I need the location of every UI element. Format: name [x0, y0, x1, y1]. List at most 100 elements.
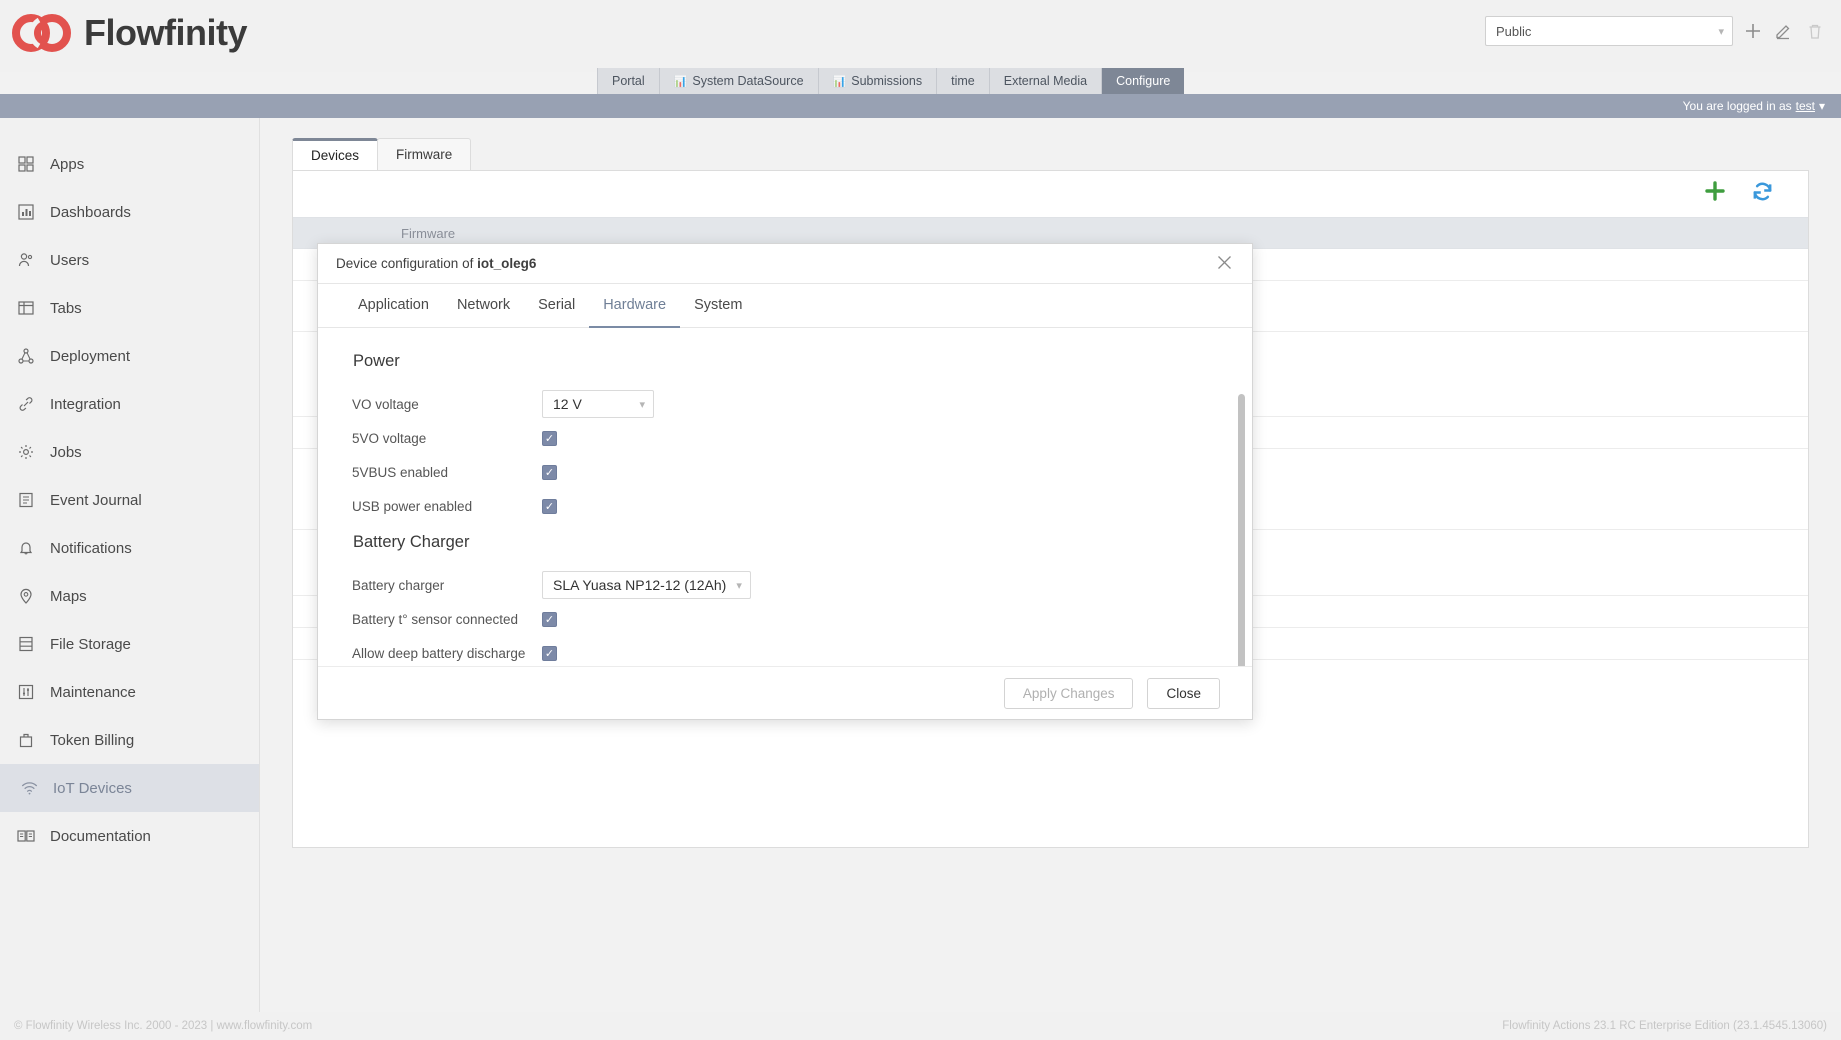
field-5vbus-enabled: 5VBUS enabled ✓ — [352, 455, 1218, 489]
sidebar-item-tabs[interactable]: Tabs — [0, 284, 259, 332]
sidebar-item-label: Tabs — [50, 300, 82, 317]
sidebar-item-label: Token Billing — [50, 732, 134, 749]
sidebar-item-label: Users — [50, 252, 89, 269]
field-usb-power-enabled: USB power enabled ✓ — [352, 489, 1218, 523]
close-button[interactable]: Close — [1147, 678, 1220, 709]
battery-temp-sensor-checkbox[interactable]: ✓ — [542, 612, 557, 627]
environment-select-value: Public — [1496, 24, 1718, 39]
field-label: Allow deep battery discharge — [352, 646, 542, 661]
content-tabs: Devices Firmware — [292, 138, 1809, 170]
top-tab-label: Configure — [1116, 74, 1170, 88]
sidebar-item-token-billing[interactable]: Token Billing — [0, 716, 259, 764]
field-battery-temp-sensor: Battery t° sensor connected ✓ — [352, 602, 1218, 636]
tab-label: Devices — [311, 148, 359, 163]
sidebar-item-integration[interactable]: Integration — [0, 380, 259, 428]
caret-down-icon[interactable]: ▾ — [1819, 99, 1825, 113]
edit-environment-button[interactable] — [1769, 16, 1797, 46]
dialog-header: Device configuration of iot_oleg6 — [318, 244, 1252, 284]
top-tab-submissions[interactable]: 📊 Submissions — [819, 68, 938, 94]
sidebar-item-documentation[interactable]: Documentation — [0, 812, 259, 860]
flowfinity-logo-icon — [12, 10, 72, 56]
layout-icon — [16, 298, 36, 318]
delete-environment-button[interactable] — [1801, 16, 1829, 46]
field-battery-charger: Battery charger SLA Yuasa NP12-12 (12Ah)… — [352, 568, 1218, 602]
dialog-tab-serial[interactable]: Serial — [524, 284, 589, 328]
dialog-device-name: iot_oleg6 — [477, 256, 536, 271]
top-tab-label: Portal — [612, 74, 645, 88]
sidebar-item-event-journal[interactable]: Event Journal — [0, 476, 259, 524]
brand-logo[interactable]: Flowfinity — [12, 10, 247, 56]
add-environment-button[interactable] — [1739, 16, 1767, 46]
top-tab-time[interactable]: time — [937, 68, 990, 94]
plus-icon — [1744, 22, 1762, 40]
sidebar-item-label: Deployment — [50, 348, 130, 365]
field-label: USB power enabled — [352, 499, 542, 514]
sidebar-item-apps[interactable]: Apps — [0, 140, 259, 188]
sliders-icon — [16, 682, 36, 702]
top-tab-external-media[interactable]: External Media — [990, 68, 1102, 94]
dialog-tab-label: System — [694, 297, 742, 313]
map-pin-icon — [16, 586, 36, 606]
vo-voltage-value: 12 V — [553, 396, 629, 412]
sidebar-item-label: Dashboards — [50, 204, 131, 221]
trash-icon — [1807, 23, 1823, 40]
sidebar-item-iot-devices[interactable]: IoT Devices — [0, 764, 259, 812]
dialog-scrollbar[interactable] — [1238, 394, 1245, 666]
sidebar-item-notifications[interactable]: Notifications — [0, 524, 259, 572]
allow-deep-discharge-checkbox[interactable]: ✓ — [542, 646, 557, 661]
field-label: 5VBUS enabled — [352, 465, 542, 480]
dialog-body: Power VO voltage 12 V ▾ 5VO voltage ✓ 5V… — [318, 328, 1252, 666]
dialog-tab-application[interactable]: Application — [352, 284, 443, 328]
top-tab-configure[interactable]: Configure — [1102, 68, 1184, 94]
top-tab-portal[interactable]: Portal — [597, 68, 660, 94]
sidebar-item-file-storage[interactable]: File Storage — [0, 620, 259, 668]
dialog-tab-hardware[interactable]: Hardware — [589, 284, 680, 328]
sidebar-item-label: Event Journal — [50, 492, 142, 509]
wifi-icon — [19, 778, 39, 798]
dialog-tab-network[interactable]: Network — [443, 284, 524, 328]
dialog-tab-label: Serial — [538, 297, 575, 313]
top-tab-system-datasource[interactable]: 📊 System DataSource — [660, 68, 819, 94]
sidebar: Apps Dashboards Users Tabs Deployment In… — [0, 118, 260, 1012]
tab-devices[interactable]: Devices — [292, 138, 378, 170]
vo-voltage-select[interactable]: 12 V ▾ — [542, 390, 654, 418]
logged-in-username[interactable]: test — [1796, 99, 1815, 113]
battery-charger-value: SLA Yuasa NP12-12 (12Ah) — [553, 577, 726, 593]
sidebar-item-users[interactable]: Users — [0, 236, 259, 284]
link-icon — [16, 394, 36, 414]
dialog-footer: Apply Changes Close — [318, 666, 1252, 719]
gear-icon — [16, 442, 36, 462]
sidebar-item-label: Apps — [50, 156, 84, 173]
storage-icon — [16, 634, 36, 654]
add-device-button[interactable] — [1703, 179, 1727, 209]
sidebar-item-maintenance[interactable]: Maintenance — [0, 668, 259, 716]
environment-select[interactable]: Public ▾ — [1485, 16, 1733, 46]
chart-bar-icon — [16, 202, 36, 222]
battery-charger-select[interactable]: SLA Yuasa NP12-12 (12Ah) ▾ — [542, 571, 751, 599]
sidebar-item-deployment[interactable]: Deployment — [0, 332, 259, 380]
grid-icon — [16, 154, 36, 174]
footer-copyright: © Flowfinity Wireless Inc. 2000 - 2023 |… — [14, 1020, 312, 1032]
device-configuration-dialog: Device configuration of iot_oleg6 Applic… — [317, 243, 1253, 720]
sidebar-item-maps[interactable]: Maps — [0, 572, 259, 620]
sidebar-item-jobs[interactable]: Jobs — [0, 428, 259, 476]
pencil-icon — [1774, 22, 1792, 40]
sidebar-item-dashboards[interactable]: Dashboards — [0, 188, 259, 236]
apply-changes-button[interactable]: Apply Changes — [1004, 678, 1134, 709]
usb-power-enabled-checkbox[interactable]: ✓ — [542, 499, 557, 514]
sidebar-item-label: File Storage — [50, 636, 131, 653]
briefcase-icon — [16, 730, 36, 750]
refresh-button[interactable] — [1751, 180, 1774, 208]
journal-icon — [16, 490, 36, 510]
5vo-voltage-checkbox[interactable]: ✓ — [542, 431, 557, 446]
app-footer: © Flowfinity Wireless Inc. 2000 - 2023 |… — [0, 1012, 1841, 1040]
sidebar-item-label: Documentation — [50, 828, 151, 845]
close-icon[interactable] — [1211, 251, 1238, 277]
dialog-tab-system[interactable]: System — [680, 284, 756, 328]
dialog-tab-label: Hardware — [603, 297, 666, 313]
top-tab-label: External Media — [1004, 74, 1087, 88]
5vbus-enabled-checkbox[interactable]: ✓ — [542, 465, 557, 480]
top-tab-label: time — [951, 74, 975, 88]
tab-firmware[interactable]: Firmware — [377, 138, 471, 170]
field-label: Battery charger — [352, 578, 542, 593]
